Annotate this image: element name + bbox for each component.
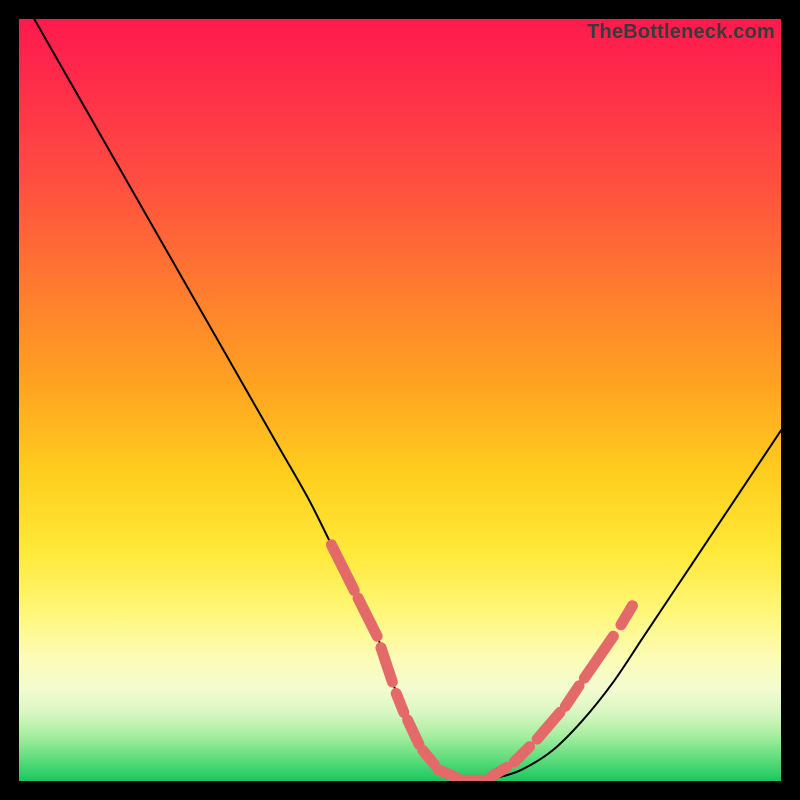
plot-area: TheBottleneck.com bbox=[19, 19, 781, 781]
highlight-segment bbox=[584, 636, 613, 678]
highlight-segment bbox=[438, 770, 457, 778]
highlight-segment bbox=[396, 693, 404, 712]
highlight-segments bbox=[331, 545, 632, 780]
bottleneck-curve bbox=[34, 19, 781, 781]
highlight-segment bbox=[358, 598, 377, 636]
curve-layer bbox=[19, 19, 781, 781]
highlight-segment bbox=[621, 606, 632, 625]
highlight-segment bbox=[381, 648, 392, 682]
highlight-segment bbox=[423, 751, 434, 765]
highlight-segment bbox=[537, 712, 560, 739]
chart-frame: TheBottleneck.com bbox=[0, 0, 800, 800]
highlight-segment bbox=[565, 686, 579, 707]
highlight-segment bbox=[514, 747, 529, 762]
highlight-segment bbox=[491, 767, 506, 776]
highlight-segment bbox=[408, 720, 419, 744]
highlight-segment bbox=[331, 545, 354, 591]
